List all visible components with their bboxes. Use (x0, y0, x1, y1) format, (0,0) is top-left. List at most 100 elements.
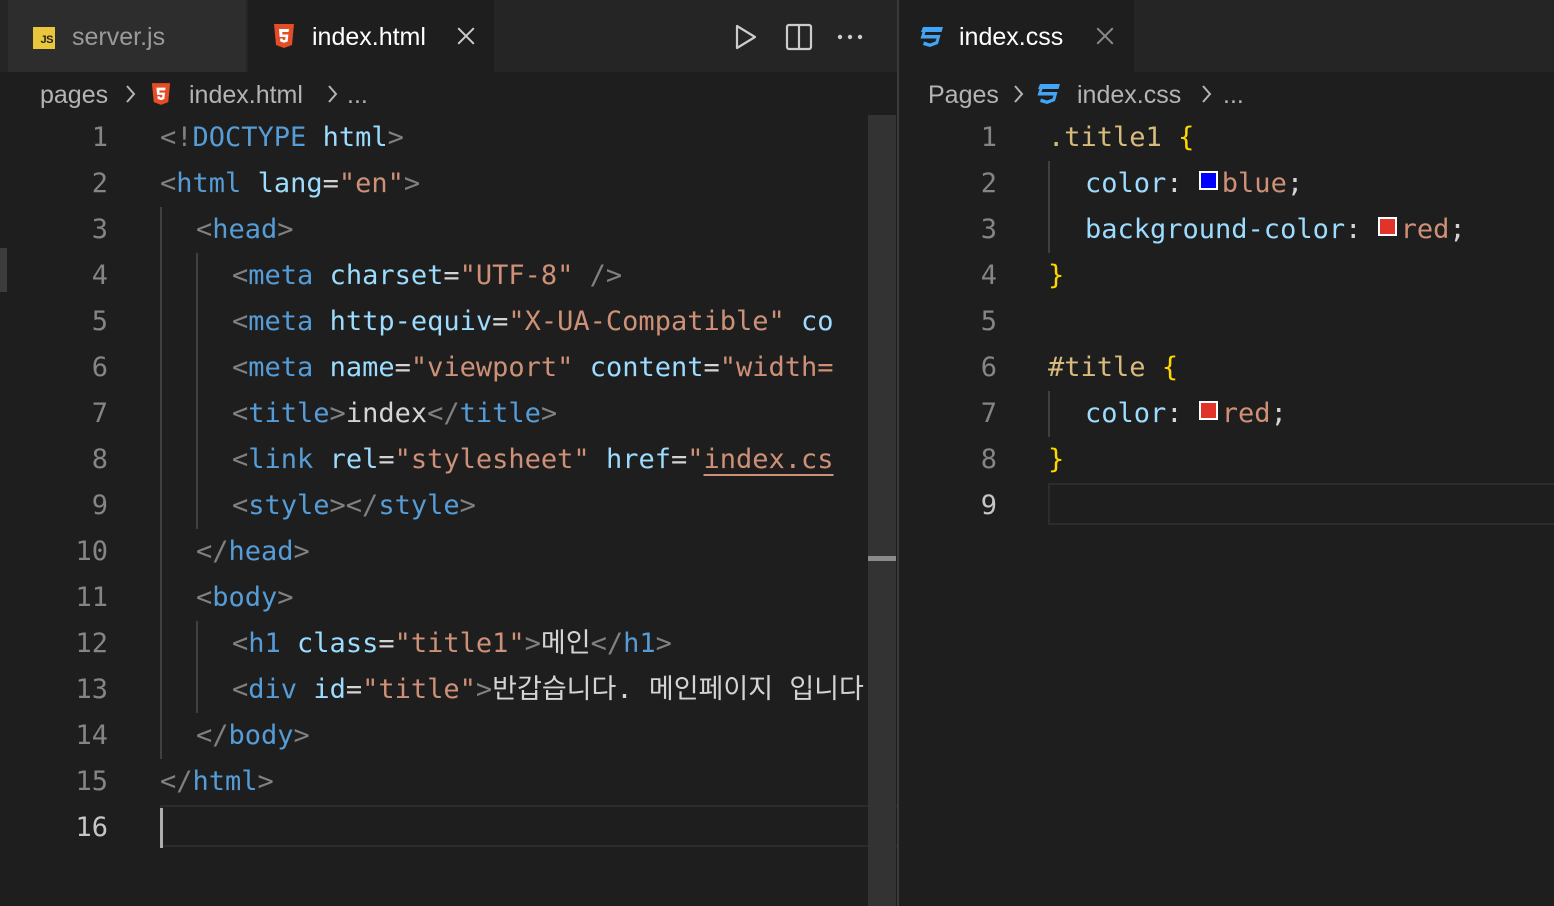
css-selector: #title (1048, 352, 1146, 383)
code-line: 5 <meta http-equiv="X-UA-Compatible" co (0, 299, 897, 345)
attribute-name: rel (329, 444, 379, 475)
code-text: <!DOCTYPE html> (160, 115, 404, 161)
html-code-area[interactable]: 1 <!DOCTYPE html> 2 <html lang="en"> 3 <… (0, 115, 897, 906)
html5-file-icon (151, 83, 171, 105)
punctuation: > (277, 214, 294, 245)
tag-name: body (228, 720, 294, 751)
attribute-name: html (322, 122, 388, 153)
css-property: background-color (1085, 214, 1346, 245)
line-number: 13 (75, 674, 108, 705)
tab-index-html[interactable]: index.html (248, 0, 494, 72)
run-icon[interactable] (731, 22, 761, 52)
text-content: 메인 (540, 628, 591, 659)
punctuation: > (459, 490, 476, 521)
css-property: color (1085, 168, 1167, 199)
punctuation: < (196, 214, 213, 245)
attribute-name: charset (329, 260, 444, 291)
line-number: 3 (91, 214, 108, 245)
code-line: 11 <body> (0, 575, 897, 621)
scrollbar[interactable] (868, 115, 896, 906)
punctuation: < (232, 352, 249, 383)
equals: = (492, 306, 509, 337)
code-text: <link rel="stylesheet" href="index.cs (232, 437, 834, 483)
close-icon[interactable] (453, 19, 479, 53)
code-text: <body> (196, 575, 294, 621)
code-line: 6 #title { (899, 345, 1554, 391)
tag-name: meta (248, 306, 314, 337)
code-line: 4 <meta charset="UTF-8" /> (0, 253, 897, 299)
breadcrumb-file[interactable]: index.html (189, 78, 303, 112)
js-file-icon: JS (33, 27, 55, 49)
tab-label: index.css (959, 23, 1064, 51)
html-editor-pane[interactable]: JS server.js index.html pages index.html… (0, 0, 897, 906)
brace: } (1048, 260, 1065, 291)
punctuation: < (232, 398, 249, 429)
code-text: .title1 { (1048, 115, 1194, 161)
semicolon: ; (1449, 214, 1466, 245)
tag-name: div (248, 674, 298, 705)
text-content: index (345, 398, 428, 429)
attribute-name: id (313, 674, 346, 705)
editor-tab-bar: index.css (899, 0, 1554, 72)
color-swatch-blue[interactable] (1198, 171, 1218, 190)
tab-index-css[interactable]: index.css (899, 0, 1134, 72)
line-number: 7 (91, 398, 108, 429)
code-line: 12 <h1 class="title1">메인</h1> (0, 621, 897, 667)
chevron-right-icon (126, 85, 136, 103)
code-text: </body> (196, 713, 310, 759)
color-swatch-red[interactable] (1198, 401, 1218, 420)
line-number: 11 (75, 582, 108, 613)
breadcrumb-folder[interactable]: Pages (928, 78, 999, 112)
equals: = (670, 444, 688, 475)
css-editor-pane[interactable]: index.css Pages index.css ... 1 .title1 … (899, 0, 1554, 906)
more-actions-icon[interactable] (835, 22, 865, 52)
breadcrumb-more[interactable]: ... (1223, 78, 1244, 112)
breadcrumb-file[interactable]: index.css (1077, 78, 1181, 112)
punctuation: < (232, 260, 249, 291)
code-line: 8 <link rel="stylesheet" href="index.cs (0, 437, 897, 483)
breadcrumb-more[interactable]: ... (347, 78, 368, 112)
colon: : (1166, 398, 1199, 429)
css-code-area[interactable]: 1 .title1 { 2 color: blue; 3 background-… (899, 115, 1554, 906)
stylesheet-link[interactable]: index.cs (704, 444, 834, 475)
code-line: 13 <div id="title">반갑습니다. 메인페이지 입니다 (0, 667, 897, 713)
css-value: red (1400, 214, 1450, 245)
line-number: 10 (75, 536, 108, 567)
punctuation: > (293, 720, 310, 751)
code-line: 9 (899, 483, 1554, 529)
punctuation: > (293, 536, 310, 567)
attribute-name: name (329, 352, 395, 383)
code-text: </html> (160, 759, 274, 805)
line-number: 4 (91, 260, 108, 291)
close-icon[interactable] (1092, 19, 1118, 53)
punctuation: < (232, 490, 249, 521)
css-value: red (1221, 398, 1271, 429)
tag-name: body (212, 582, 278, 613)
code-text: <html lang="en"> (160, 161, 420, 207)
split-editor-icon[interactable] (784, 22, 814, 52)
punctuation: > (257, 766, 274, 797)
line-number: 7 (980, 398, 997, 429)
tag-name: h1 (248, 628, 281, 659)
equals: = (378, 628, 395, 659)
line-number: 5 (980, 306, 997, 337)
code-text: <style></style> (232, 483, 476, 529)
css3-file-icon (920, 27, 943, 47)
breadcrumb-folder[interactable]: pages (40, 78, 108, 112)
color-swatch-red[interactable] (1377, 217, 1397, 236)
tab-server-js[interactable]: JS server.js (8, 0, 246, 72)
code-line: 1 <!DOCTYPE html> (0, 115, 897, 161)
attribute-value: "width= (719, 352, 834, 383)
scrollbar-thumb[interactable] (868, 556, 896, 561)
code-line: 5 (899, 299, 1554, 345)
code-line: 8 } (899, 437, 1554, 483)
code-text: #title { (1048, 345, 1178, 391)
line-number: 8 (91, 444, 108, 475)
punctuation: /> (573, 260, 623, 291)
line-number: 8 (980, 444, 997, 475)
